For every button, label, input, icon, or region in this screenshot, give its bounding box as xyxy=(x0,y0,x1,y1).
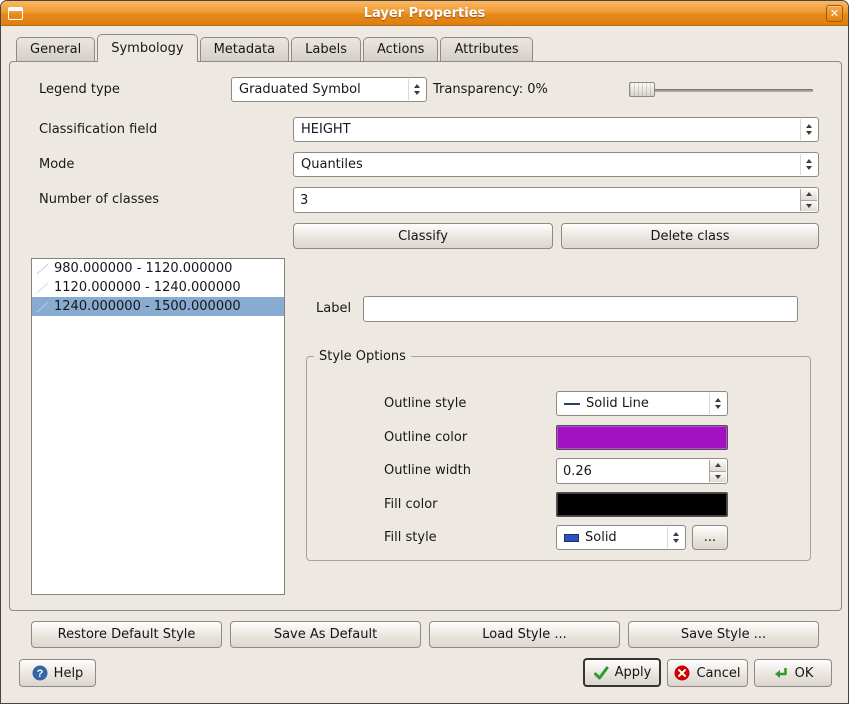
outline-width-label: Outline width xyxy=(384,462,471,480)
outline-style-select[interactable]: Solid Line xyxy=(556,391,728,416)
delete-class-button[interactable]: Delete class xyxy=(561,223,819,249)
spinner-arrows xyxy=(800,189,817,211)
class-label-label: Label xyxy=(316,300,351,318)
fill-style-label: Fill style xyxy=(384,529,437,547)
class-list: 980.000000 - 1120.000000 1120.000000 - 1… xyxy=(31,258,285,595)
number-of-classes-input[interactable] xyxy=(294,188,800,212)
style-options-title: Style Options xyxy=(314,348,411,365)
classification-field-label: Classification field xyxy=(39,121,157,139)
spin-up-button[interactable] xyxy=(801,189,817,201)
tab-metadata[interactable]: Metadata xyxy=(200,37,290,61)
style-options-group: Style Options Outline style Solid Line O… xyxy=(306,348,811,561)
outline-style-value: Solid Line xyxy=(586,396,649,411)
transparency-label: Transparency: 0% xyxy=(433,81,548,99)
apply-button[interactable]: Apply xyxy=(583,658,661,687)
help-icon: ? xyxy=(32,665,48,681)
legend-type-select[interactable]: Graduated Symbol xyxy=(231,77,427,102)
tab-symbology[interactable]: Symbology xyxy=(97,34,197,62)
ok-button[interactable]: OK xyxy=(754,659,832,687)
outline-style-label: Outline style xyxy=(384,395,466,413)
titlebar[interactable]: Layer Properties ✕ xyxy=(1,1,848,26)
tab-attributes[interactable]: Attributes xyxy=(440,37,532,61)
load-style-button[interactable]: Load Style ... xyxy=(429,621,620,648)
combo-arrows-icon xyxy=(709,393,726,414)
class-symbol-icon xyxy=(35,262,51,276)
ok-button-label: OK xyxy=(795,666,814,681)
class-range-label: 980.000000 - 1120.000000 xyxy=(54,261,232,276)
combo-arrows-icon xyxy=(800,154,817,175)
tab-actions[interactable]: Actions xyxy=(363,37,439,61)
legend-type-label: Legend type xyxy=(39,81,120,99)
class-symbol-icon xyxy=(35,300,51,314)
help-button-label: Help xyxy=(54,666,84,681)
spin-up-button[interactable] xyxy=(710,460,726,472)
fill-style-select[interactable]: Solid xyxy=(556,525,686,550)
mode-select[interactable]: Quantiles xyxy=(293,152,819,177)
slider-track[interactable] xyxy=(629,89,813,92)
fill-color-label: Fill color xyxy=(384,496,438,514)
outline-width-input[interactable] xyxy=(557,459,709,483)
tab-bar: General Symbology Metadata Labels Action… xyxy=(16,34,535,62)
apply-button-label: Apply xyxy=(615,665,652,680)
slider-handle[interactable] xyxy=(629,82,655,97)
layer-properties-dialog: Layer Properties ✕ General Symbology Met… xyxy=(0,0,849,704)
combo-arrows-icon xyxy=(408,79,425,100)
mode-value: Quantiles xyxy=(301,157,363,172)
spin-down-button[interactable] xyxy=(801,201,817,212)
cancel-icon xyxy=(674,665,690,681)
class-list-item-selected[interactable]: 1240.000000 - 1500.000000 xyxy=(32,297,284,316)
class-label-input[interactable] xyxy=(363,296,798,322)
class-range-label: 1240.000000 - 1500.000000 xyxy=(54,299,241,314)
window-title: Layer Properties xyxy=(364,6,486,21)
save-style-button[interactable]: Save Style ... xyxy=(628,621,819,648)
outline-width-spinner xyxy=(556,458,728,484)
apply-check-icon xyxy=(593,665,609,681)
fill-style-value: Solid xyxy=(585,530,617,545)
solid-line-icon xyxy=(564,403,580,405)
number-of-classes-label: Number of classes xyxy=(39,191,159,209)
combo-arrows-icon xyxy=(800,119,817,140)
class-list-item[interactable]: 980.000000 - 1120.000000 xyxy=(32,259,284,278)
save-as-default-button[interactable]: Save As Default xyxy=(230,621,421,648)
number-of-classes-spinner xyxy=(293,187,819,213)
classify-button[interactable]: Classify xyxy=(293,223,553,249)
svg-text:?: ? xyxy=(36,668,43,680)
ok-enter-icon xyxy=(773,665,789,681)
solid-brush-icon xyxy=(564,534,579,542)
spin-down-button[interactable] xyxy=(710,472,726,483)
classification-field-value: HEIGHT xyxy=(301,122,351,137)
cancel-button[interactable]: Cancel xyxy=(667,659,748,687)
cancel-button-label: Cancel xyxy=(696,666,740,681)
fill-color-swatch[interactable] xyxy=(556,492,728,517)
combo-arrows-icon xyxy=(667,527,684,548)
class-list-item[interactable]: 1120.000000 - 1240.000000 xyxy=(32,278,284,297)
fill-style-more-button[interactable]: ... xyxy=(692,525,728,550)
outline-color-label: Outline color xyxy=(384,429,467,447)
class-range-label: 1120.000000 - 1240.000000 xyxy=(54,280,241,295)
tab-general[interactable]: General xyxy=(16,37,95,61)
help-button[interactable]: ? Help xyxy=(19,659,96,687)
close-button[interactable]: ✕ xyxy=(826,5,843,22)
transparency-slider[interactable] xyxy=(629,81,813,98)
legend-type-value: Graduated Symbol xyxy=(239,82,361,97)
tab-labels[interactable]: Labels xyxy=(291,37,361,61)
restore-default-style-button[interactable]: Restore Default Style xyxy=(31,621,222,648)
window-icon xyxy=(8,7,23,20)
spinner-arrows xyxy=(709,460,726,482)
mode-label: Mode xyxy=(39,156,74,174)
class-symbol-icon xyxy=(35,281,51,295)
outline-color-swatch[interactable] xyxy=(556,425,728,450)
classification-field-select[interactable]: HEIGHT xyxy=(293,117,819,142)
